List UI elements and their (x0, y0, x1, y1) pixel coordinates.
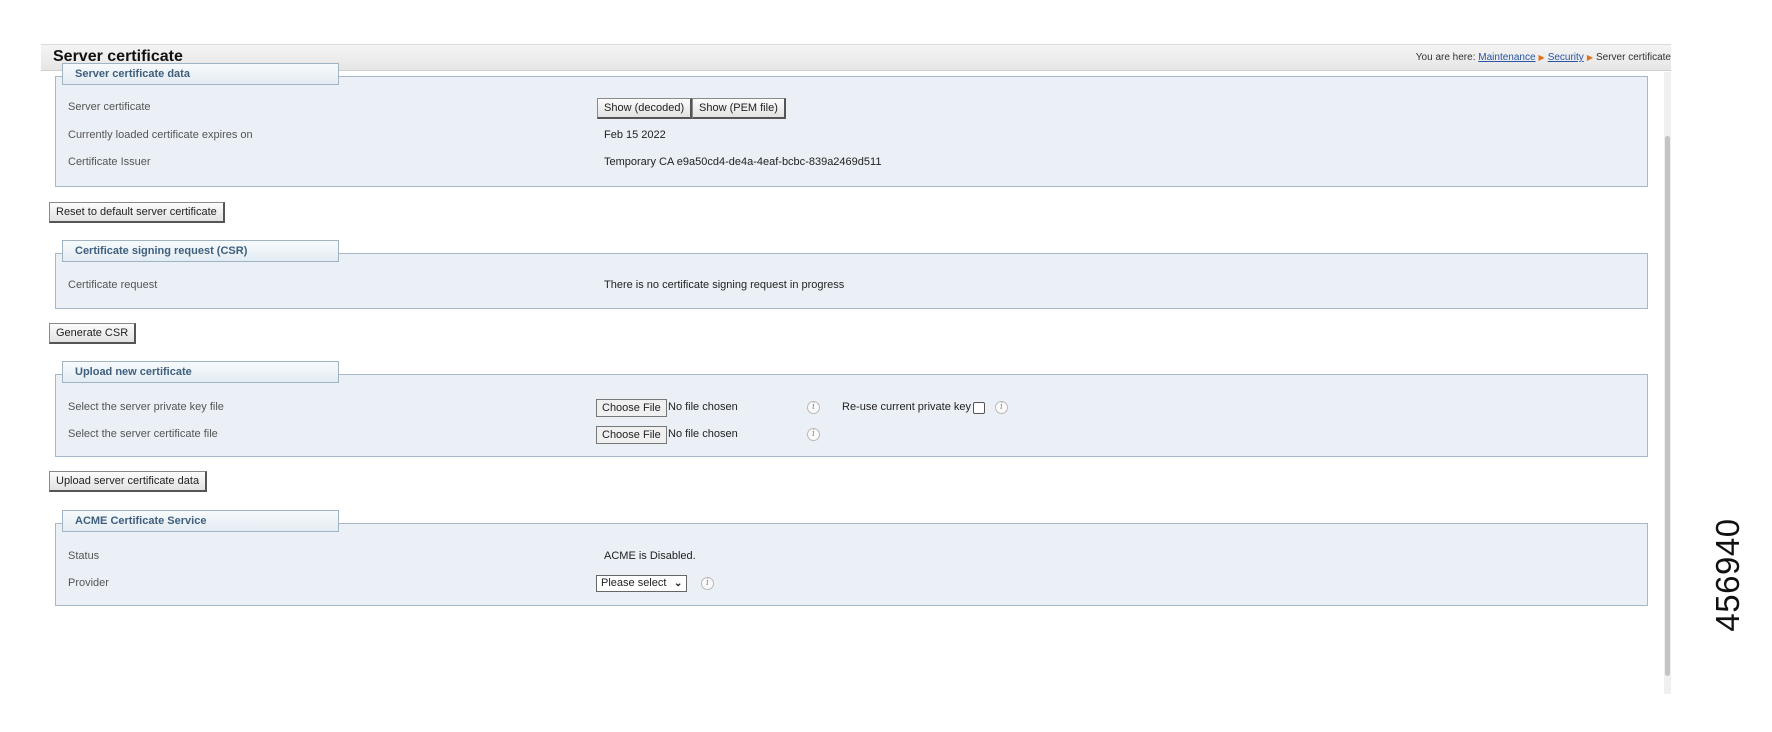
scrollbar-thumb[interactable] (1665, 136, 1670, 676)
show-decoded-button[interactable]: Show (decoded) (597, 98, 693, 119)
row-server-certificate: Server certificate Show (decoded) Show (… (56, 97, 1647, 119)
row-label: Select the server certificate file (68, 428, 218, 440)
section-server-certificate-data: Server certificate data Server certifica… (55, 63, 1648, 187)
vertical-scrollbar[interactable] (1664, 72, 1671, 694)
row-label: Provider (68, 577, 109, 589)
breadcrumb-link-security[interactable]: Security (1548, 52, 1584, 63)
generate-csr-button[interactable]: Generate CSR (49, 323, 137, 344)
row-label: Server certificate (68, 101, 151, 113)
section-legend: ACME Certificate Service (62, 510, 339, 532)
breadcrumb: You are here: Maintenance ▶ Security ▶ Serve… (1416, 52, 1671, 63)
provider-selected-value: Please select (601, 577, 667, 589)
row-label: Certificate Issuer (68, 156, 151, 168)
info-icon[interactable]: i (807, 428, 820, 441)
triangle-right-icon: ▶ (1538, 53, 1545, 62)
row-acme-provider: Provider Please select ⌄ i (56, 573, 1647, 595)
row-certificate-file: Select the server certificate file Choos… (56, 424, 1647, 446)
row-private-key-file: Select the server private key file Choos… (56, 397, 1647, 419)
section-legend: Server certificate data (62, 63, 339, 85)
reuse-private-key-label: Re-use current private key (842, 401, 971, 413)
show-pem-file-button[interactable]: Show (PEM file) (692, 98, 786, 119)
acme-status-value: ACME is Disabled. (604, 550, 696, 562)
section-legend: Upload new certificate (62, 361, 339, 383)
section-legend: Certificate signing request (CSR) (62, 240, 339, 262)
private-key-file-status: No file chosen (668, 401, 738, 413)
info-icon[interactable]: i (807, 401, 820, 414)
figure-id-text: 456940 (1709, 518, 1746, 632)
reset-default-certificate-button[interactable]: Reset to default server certificate (49, 202, 225, 223)
breadcrumb-link-maintenance[interactable]: Maintenance (1478, 52, 1535, 63)
triangle-right-icon: ▶ (1586, 53, 1593, 62)
issuer-value: Temporary CA e9a50cd4-de4a-4eaf-bcbc-839… (604, 156, 882, 168)
breadcrumb-current: Server certificate (1595, 52, 1671, 63)
row-certificate-request: Certificate request There is no certific… (56, 275, 1647, 297)
expiry-date-value: Feb 15 2022 (604, 129, 666, 141)
chevron-down-icon: ⌄ (674, 578, 683, 589)
section-upload-new-certificate: Upload new certificate Select the server… (55, 361, 1648, 457)
section-acme-certificate-service: ACME Certificate Service Status ACME is … (55, 510, 1648, 606)
provider-select[interactable]: Please select ⌄ (596, 575, 688, 592)
section-csr: Certificate signing request (CSR) Certif… (55, 240, 1648, 309)
row-label: Certificate request (68, 279, 158, 291)
info-icon[interactable]: i (701, 577, 714, 590)
row-label: Currently loaded certificate expires on (68, 129, 253, 141)
upload-certificate-data-button[interactable]: Upload server certificate data (49, 471, 208, 492)
row-issuer: Certificate Issuer Temporary CA e9a50cd4… (56, 152, 1647, 174)
figure-id-label: 456940 (1703, 474, 1753, 664)
choose-certificate-file-button[interactable]: Choose File (596, 426, 667, 444)
csr-status-value: There is no certificate signing request … (604, 279, 845, 291)
main-frame: Server certificate You are here: Mainten… (41, 44, 1671, 694)
info-icon[interactable]: i (995, 401, 1008, 414)
row-acme-status: Status ACME is Disabled. (56, 546, 1647, 568)
row-expires: Currently loaded certificate expires on … (56, 125, 1647, 147)
breadcrumb-prefix: You are here: (1415, 52, 1476, 63)
row-label: Select the server private key file (68, 401, 224, 413)
choose-private-key-file-button[interactable]: Choose File (596, 399, 667, 417)
reuse-private-key-checkbox[interactable] (973, 402, 985, 414)
certificate-file-status: No file chosen (668, 428, 738, 440)
row-label: Status (68, 550, 100, 562)
